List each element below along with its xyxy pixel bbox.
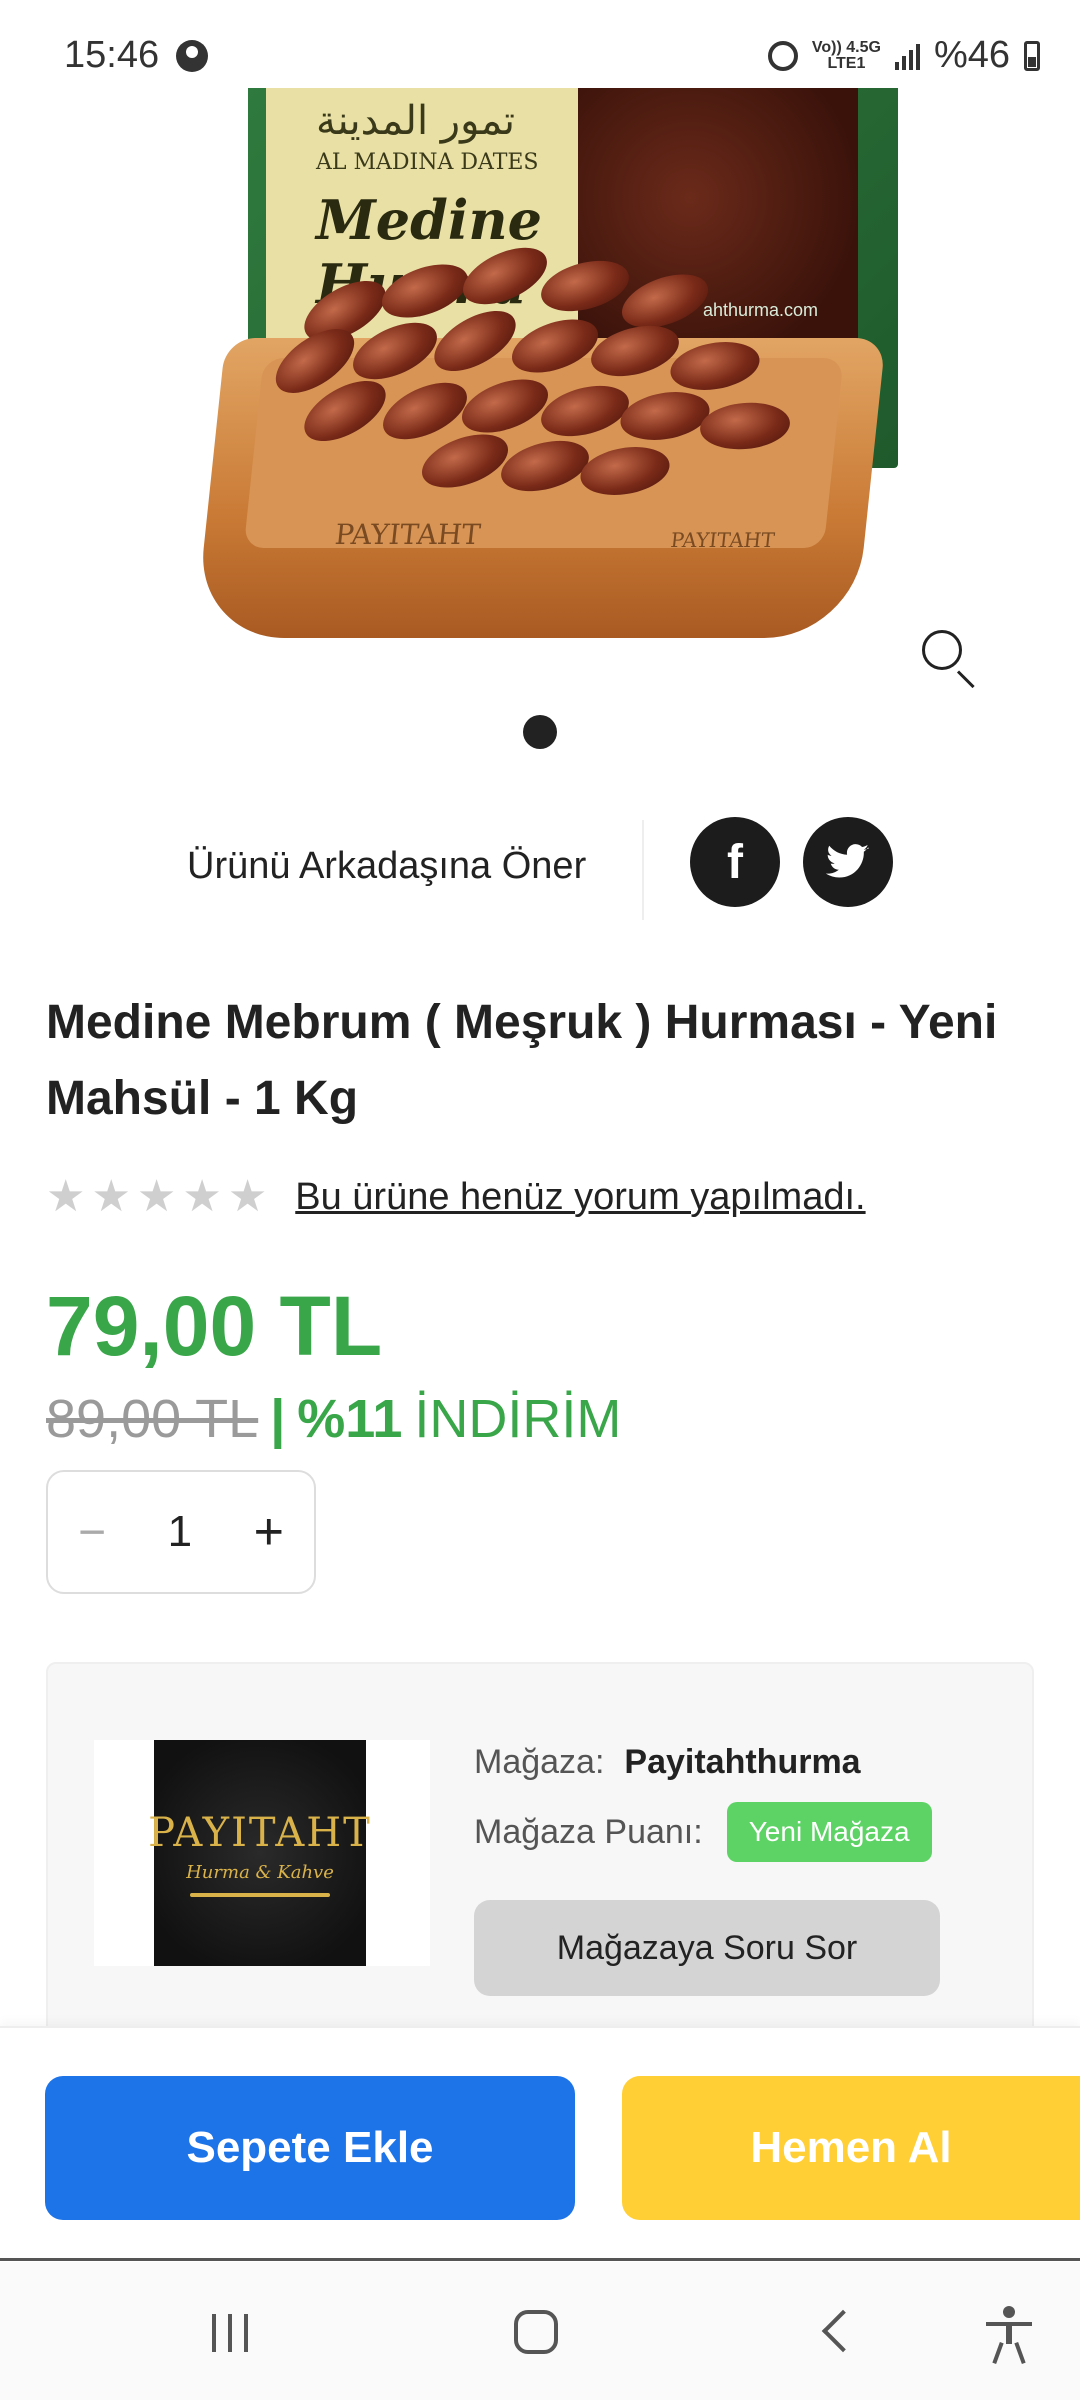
tray-brand-text: PAYITAHT <box>333 518 483 551</box>
ask-store-button[interactable]: Mağazaya Soru Sor <box>474 1900 940 1996</box>
carousel-dot-active[interactable] <box>523 715 557 749</box>
facebook-icon: f <box>727 835 743 889</box>
battery-icon <box>1024 40 1040 71</box>
quantity-stepper: − 1 + <box>46 1470 316 1594</box>
network-top-label: Vo)) 4.5G <box>811 38 881 56</box>
discount-percent: %11 <box>297 1389 403 1449</box>
zoom-icon[interactable] <box>920 628 980 688</box>
discount-row: 89,00 TL | %11 İNDİRİM <box>46 1388 621 1450</box>
status-time: 15:46 <box>64 34 160 76</box>
store-rating-row: Mağaza Puanı: Yeni Mağaza <box>474 1802 932 1862</box>
alarm-icon <box>767 40 798 71</box>
add-to-cart-button[interactable]: Sepete Ekle <box>45 2076 575 2220</box>
star-icon: ★ <box>227 1172 268 1221</box>
logo-ornament <box>190 1892 330 1897</box>
store-rating-label: Mağaza Puanı: <box>474 1812 703 1851</box>
box-web-text: ahthurma.com <box>702 300 818 320</box>
accessibility-icon[interactable] <box>984 2306 1034 2365</box>
twitter-icon <box>826 844 869 878</box>
rating-row: ★ ★ ★ ★ ★ Bu ürüne henüz yorum yapılmadı… <box>46 1175 866 1219</box>
box-english-text: AL MADINA DATES <box>316 150 539 175</box>
store-logo-wrap: PAYITAHT Hurma & Kahve <box>94 1740 430 1966</box>
navigation-bar <box>0 2262 1080 2400</box>
box-arabic-text: تمور المدينة <box>316 98 516 144</box>
status-icons: Vo)) 4.5G LTE1 %46 <box>767 34 1040 77</box>
divider <box>642 820 644 920</box>
signal-icon <box>894 42 920 70</box>
price-separator: | <box>270 1389 286 1449</box>
increase-quantity-button[interactable]: + <box>254 1502 284 1562</box>
current-price: 79,00 TL <box>46 1279 383 1373</box>
store-name[interactable]: Payitahthurma <box>624 1743 860 1782</box>
store-info: Mağaza: Payitahthurma Mağaza Puanı: Yeni… <box>474 1734 932 1862</box>
store-logo-title: PAYITAHT <box>148 1809 372 1856</box>
rating-stars: ★ ★ ★ ★ ★ <box>46 1175 267 1219</box>
divider <box>0 2258 1080 2261</box>
store-logo-subtitle: Hurma & Kahve <box>186 1861 334 1883</box>
star-icon: ★ <box>182 1172 222 1221</box>
buy-now-button[interactable]: Hemen Al <box>622 2076 1080 2220</box>
facebook-share-button[interactable]: f <box>690 817 780 907</box>
home-icon[interactable] <box>514 2310 558 2354</box>
action-bar: Sepete Ekle Hemen Al <box>0 2026 1080 2262</box>
status-bar: 15:46 Vo)) 4.5G LTE1 %46 <box>0 0 1080 88</box>
star-icon: ★ <box>46 1172 86 1221</box>
network-bottom-label: LTE1 <box>827 54 866 72</box>
battery-percent: %46 <box>933 34 1010 76</box>
store-logo[interactable]: PAYITAHT Hurma & Kahve <box>148 1740 370 1966</box>
account-icon <box>176 40 208 72</box>
share-row: Ürünü Arkadaşına Öner f <box>0 815 1080 920</box>
twitter-share-button[interactable] <box>803 817 893 907</box>
share-label: Ürünü Arkadaşına Öner <box>187 845 587 887</box>
old-price: 89,00 TL <box>46 1389 259 1449</box>
review-link[interactable]: Bu ürüne henüz yorum yapılmadı. <box>295 1176 865 1219</box>
recents-icon[interactable] <box>212 2314 248 2352</box>
discount-label: İNDİRİM <box>414 1389 622 1449</box>
carousel-indicator <box>0 715 1080 749</box>
tray-brand-text-2: PAYITAHT <box>669 528 776 552</box>
star-icon: ★ <box>91 1172 131 1221</box>
product-title: Medine Mebrum ( Meşruk ) Hurması - Yeni … <box>46 996 998 1125</box>
store-name-row: Mağaza: Payitahthurma <box>474 1734 932 1790</box>
star-icon: ★ <box>136 1172 177 1221</box>
network-indicator: Vo)) 4.5G LTE1 <box>811 38 881 72</box>
back-icon[interactable] <box>821 2309 865 2353</box>
decrease-quantity-button[interactable]: − <box>78 1505 106 1560</box>
quantity-value[interactable]: 1 <box>168 1507 192 1557</box>
store-card: PAYITAHT Hurma & Kahve Mağaza: Payitahth… <box>46 1662 1034 2082</box>
product-image[interactable]: تمور المدينة AL MADINA DATES Medine Hurm… <box>0 88 1080 688</box>
store-rating-badge: Yeni Mağaza <box>726 1802 932 1862</box>
store-label: Mağaza: <box>474 1742 605 1781</box>
